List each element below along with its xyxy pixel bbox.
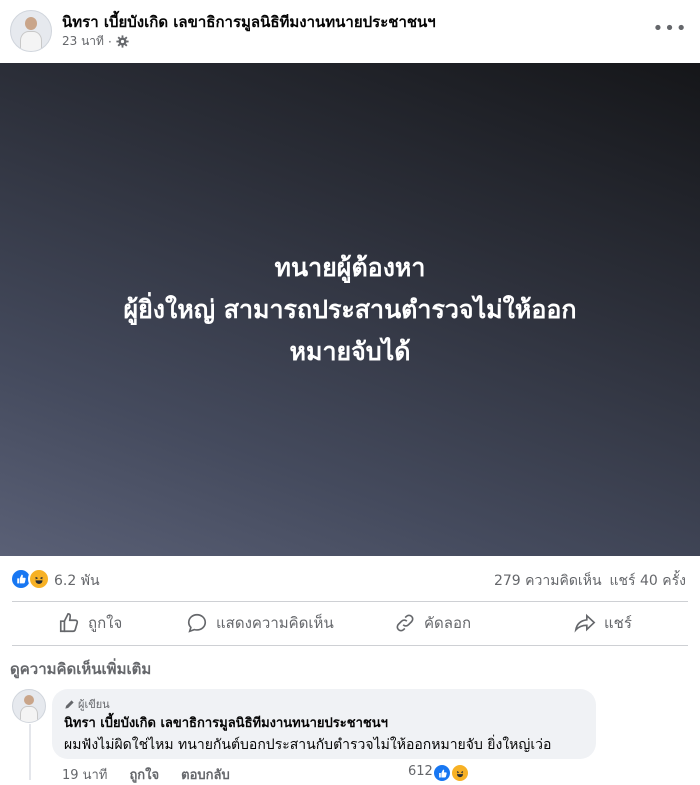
comment-like-reaction-icon[interactable]: [432, 763, 452, 783]
avatar-body: [20, 706, 38, 722]
gear-icon[interactable]: [116, 35, 129, 48]
comment-time[interactable]: 19 นาที: [62, 764, 107, 785]
post-author-name[interactable]: นิทรา เบี้ยบังเกิด เลขาธิการมูลนิธิทีมงา…: [62, 10, 436, 34]
image-text-line: หมายจับได้: [289, 336, 411, 366]
shares-count[interactable]: แชร์ 40 ครั้ง: [610, 570, 686, 592]
image-text-line: ทนายผู้ต้องหา: [274, 252, 426, 282]
comment-thread-line: [29, 724, 31, 780]
post-actions: ถูกใจ แสดงความคิดเห็น คัดลอก แชร์: [0, 603, 700, 643]
comments-count[interactable]: 279 ความคิดเห็น: [494, 570, 602, 592]
pencil-icon: [65, 699, 74, 709]
like-button[interactable]: ถูกใจ: [58, 603, 122, 643]
post-image[interactable]: ทนายผู้ต้องหา ผู้ยิ่งใหญ่ สามารถประสานตำ…: [0, 63, 700, 556]
link-icon: [396, 614, 414, 632]
share-button[interactable]: แชร์: [574, 603, 632, 643]
share-label: แชร์: [604, 614, 632, 632]
separator-dot: ·: [107, 34, 112, 49]
divider: [12, 645, 688, 646]
comment-bubble: ผู้เขียน นิทรา เบี้ยบังเกิด เลขาธิการมูล…: [52, 689, 596, 759]
view-more-comments-link[interactable]: ดูความคิดเห็นเพิ่มเติม: [10, 657, 151, 681]
comment-haha-reaction-icon[interactable]: [450, 763, 470, 783]
comment-reactions-count[interactable]: 612: [408, 764, 433, 779]
reactions-count[interactable]: 6.2 พัน: [54, 570, 100, 592]
post-time[interactable]: 23 นาที: [62, 32, 104, 51]
copy-button[interactable]: คัดลอก: [394, 603, 471, 643]
author-badge: ผู้เขียน: [64, 695, 110, 713]
avatar-head: [25, 17, 37, 30]
author-badge-label: ผู้เขียน: [78, 698, 110, 711]
haha-reaction-icon[interactable]: [28, 568, 50, 590]
ellipsis-icon: •••: [652, 17, 688, 39]
image-text-line: ผู้ยิ่งใหญ่ สามารถประสานตำรวจไม่ให้ออก: [123, 294, 577, 324]
comment-bubble-icon: [187, 613, 207, 633]
like-label: ถูกใจ: [88, 614, 123, 632]
more-options-button[interactable]: •••: [653, 14, 687, 42]
post-meta: 23 นาที ·: [62, 32, 129, 51]
thumbs-up-icon: [59, 613, 79, 633]
author-avatar[interactable]: [10, 10, 52, 52]
post-header: นิทรา เบี้ยบังเกิด เลขาธิการมูลนิธิทีมงา…: [0, 0, 700, 62]
post-image-text: ทนายผู้ต้องหา ผู้ยิ่งใหญ่ สามารถประสานตำ…: [124, 247, 577, 373]
comment-reply-button[interactable]: ตอบกลับ: [181, 764, 230, 785]
avatar-body: [20, 31, 42, 51]
comment-like-button[interactable]: ถูกใจ: [129, 764, 159, 785]
post-stats: 6.2 พัน 279 ความคิดเห็น แชร์ 40 ครั้ง: [0, 564, 700, 594]
comment-label: แสดงความคิดเห็น: [216, 614, 334, 632]
commenter-avatar[interactable]: [12, 689, 46, 723]
comment-button[interactable]: แสดงความคิดเห็น: [186, 603, 334, 643]
avatar-head: [24, 695, 34, 705]
comment-author-name[interactable]: นิทรา เบี้ยบังเกิด เลขาธิการมูลนิธิทีมงา…: [64, 712, 388, 733]
comment-text: ผมฟังไม่ผิดใช่ไหม ทนายกันต์บอกประสานกับต…: [64, 737, 552, 753]
share-arrow-icon: [574, 613, 596, 633]
divider: [12, 601, 688, 602]
stats-right: 279 ความคิดเห็น แชร์ 40 ครั้ง: [494, 570, 686, 592]
copy-label: คัดลอก: [424, 614, 472, 632]
comment-meta: 19 นาที ถูกใจ ตอบกลับ: [62, 764, 230, 785]
